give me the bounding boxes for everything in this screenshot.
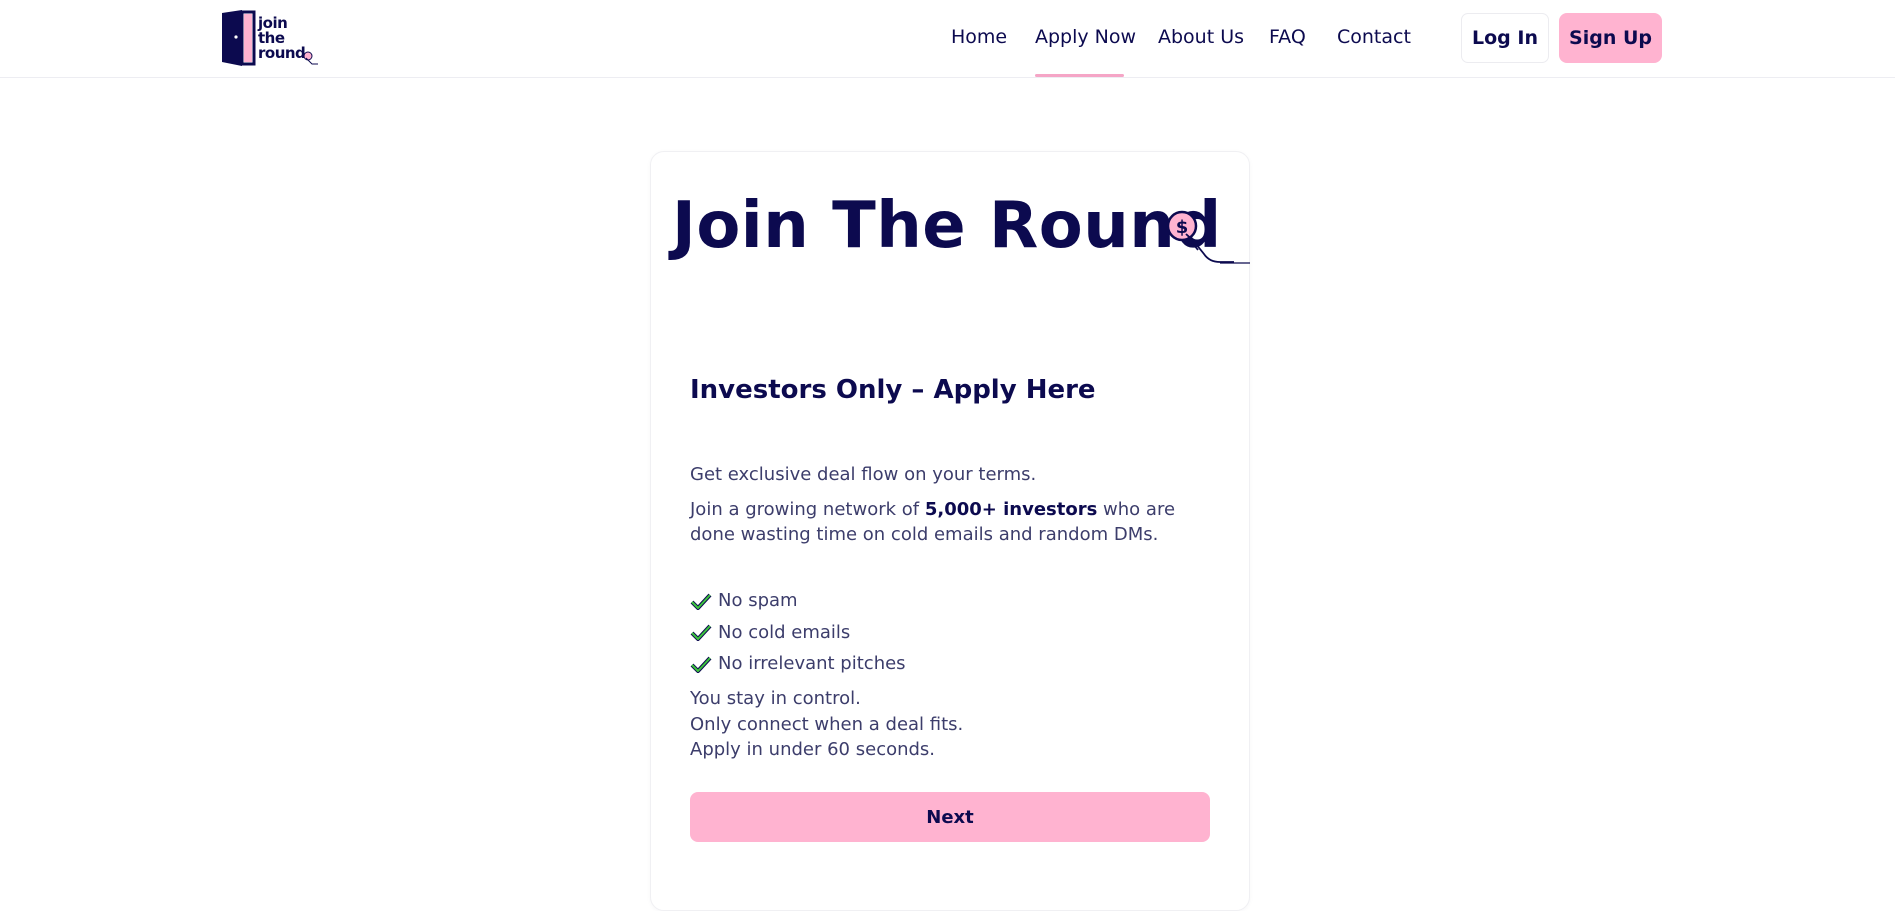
closing-line-1: You stay in control. [690, 688, 861, 709]
form-heading: Investors Only – Apply Here [690, 375, 1096, 405]
closing-line-2: Only connect when a deal fits. [690, 713, 964, 735]
nav-faq[interactable]: FAQ [1269, 26, 1306, 48]
site-header: join the round Home Apply Now About Us F… [0, 0, 1895, 78]
nav-apply-now[interactable]: Apply Now [1035, 26, 1136, 48]
check-icon [690, 624, 712, 642]
nav-contact[interactable]: Contact [1337, 26, 1411, 48]
benefit-label: No cold emails [718, 621, 851, 643]
closing-line-3: Apply in under 60 seconds. [690, 739, 936, 760]
check-icon [690, 593, 712, 610]
benefit-label: No spam [718, 590, 798, 612]
logo-wordmark: join the round [258, 16, 306, 62]
hand-coin-icon: $ [1166, 210, 1250, 264]
investor-count: 5,000+ investors [924, 499, 1098, 520]
list-item: No cold emails [690, 617, 906, 649]
check-icon [690, 656, 712, 673]
intro-text: Get exclusive deal flow on your terms. [690, 464, 1037, 485]
login-button[interactable]: Log In [1461, 13, 1549, 63]
network-prefix: Join a growing network of [690, 499, 925, 520]
benefits-list: No spam No cold emails No irrelevant pit… [690, 585, 906, 680]
nav-about-us[interactable]: About Us [1158, 26, 1244, 48]
hero-title: Join The Round [672, 189, 1222, 263]
closing-text: You stay in control. Only connect when a… [690, 686, 963, 763]
list-item: No irrelevant pitches [690, 648, 906, 680]
signup-button[interactable]: Sign Up [1559, 13, 1662, 63]
network-text: Join a growing network of 5,000+ investo… [690, 497, 1200, 547]
active-nav-indicator [1035, 74, 1124, 77]
logo-line-3: round [258, 44, 306, 62]
next-button[interactable]: Next [690, 792, 1210, 842]
list-item: No spam [690, 585, 906, 617]
nav-home[interactable]: Home [951, 26, 1007, 48]
benefit-label: No irrelevant pitches [718, 653, 906, 675]
join-the-round-logo[interactable]: join the round [220, 10, 320, 66]
